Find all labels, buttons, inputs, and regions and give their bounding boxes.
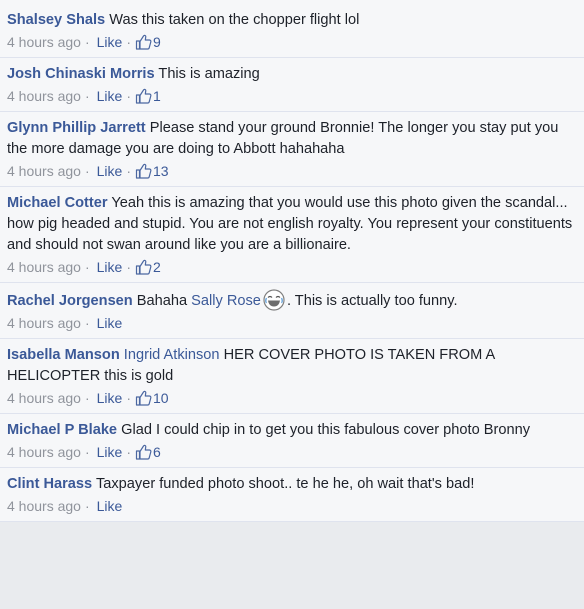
comment-body: Michael P Blake Glad I could chip in to … xyxy=(7,420,578,441)
mention-link[interactable]: Ingrid Atkinson xyxy=(124,347,220,363)
separator-dot: · xyxy=(84,498,90,514)
separator-dot: · xyxy=(84,259,90,275)
comment-item: Shalsey Shals Was this taken on the chop… xyxy=(0,0,584,58)
separator-dot: · xyxy=(84,88,90,104)
comment-timestamp[interactable]: 4 hours ago xyxy=(7,257,81,277)
like-count[interactable]: 9 xyxy=(153,32,161,52)
comment-meta: 4 hours ago · Like · 2 xyxy=(7,257,578,277)
comment-meta: 4 hours ago · Like · 1 xyxy=(7,86,578,106)
comment-text-trailing: . This is actually too funny. xyxy=(286,293,458,309)
comment-timestamp[interactable]: 4 hours ago xyxy=(7,86,81,106)
comment-item: Glynn Phillip Jarrett Please stand your … xyxy=(0,112,584,187)
thumbs-up-icon xyxy=(135,163,152,179)
comment-text: Was this taken on the chopper flight lol xyxy=(109,12,360,28)
comment-body: Isabella Manson Ingrid Atkinson HER COVE… xyxy=(7,345,578,387)
comment-item: Clint Harass Taxpayer funded photo shoot… xyxy=(0,468,584,522)
comment-text: This is amazing xyxy=(158,66,260,82)
comment-body: Shalsey Shals Was this taken on the chop… xyxy=(7,10,578,31)
like-count[interactable]: 2 xyxy=(153,257,161,277)
like-count[interactable]: 13 xyxy=(153,161,169,181)
comment-item: Josh Chinaski Morris This is amazing 4 h… xyxy=(0,58,584,112)
comment-meta: 4 hours ago · Like · 13 xyxy=(7,161,578,181)
comment-item: Isabella Manson Ingrid Atkinson HER COVE… xyxy=(0,339,584,414)
comment-author-link[interactable]: Shalsey Shals xyxy=(7,12,105,28)
separator-dot: · xyxy=(84,315,90,331)
comment-feed: Shalsey Shals Was this taken on the chop… xyxy=(0,0,584,609)
like-count[interactable]: 10 xyxy=(153,388,169,408)
comment-meta: 4 hours ago · Like · 9 xyxy=(7,32,578,52)
comment-meta: 4 hours ago · Like xyxy=(7,496,578,516)
comment-author-link[interactable]: Michael Cotter xyxy=(7,195,108,211)
like-button[interactable]: Like xyxy=(97,496,123,516)
comment-meta: 4 hours ago · Like xyxy=(7,313,578,333)
comment-timestamp[interactable]: 4 hours ago xyxy=(7,161,81,181)
separator-dot: · xyxy=(126,163,131,179)
comment-timestamp[interactable]: 4 hours ago xyxy=(7,388,81,408)
comment-author-link[interactable]: Michael P Blake xyxy=(7,422,117,438)
thumbs-up-icon xyxy=(135,34,152,50)
comment-item: Michael Cotter Yeah this is amazing that… xyxy=(0,187,584,283)
separator-dot: · xyxy=(84,444,90,460)
thumbs-up-icon xyxy=(135,444,152,460)
comment-text: Taxpayer funded photo shoot.. te he he, … xyxy=(95,476,475,492)
separator-dot: · xyxy=(126,444,131,460)
thumbs-up-icon xyxy=(135,88,152,104)
like-button[interactable]: Like xyxy=(97,86,123,106)
like-count[interactable]: 6 xyxy=(153,442,161,462)
comment-text: Glad I could chip in to get you this fab… xyxy=(121,422,530,438)
comment-body: Glynn Phillip Jarrett Please stand your … xyxy=(7,118,578,160)
laughing-emoji-icon xyxy=(263,289,285,311)
separator-dot: · xyxy=(84,163,90,179)
thumbs-up-icon xyxy=(135,390,152,406)
separator-dot: · xyxy=(126,88,131,104)
comment-meta: 4 hours ago · Like · 10 xyxy=(7,388,578,408)
comment-timestamp[interactable]: 4 hours ago xyxy=(7,313,81,333)
comment-author-link[interactable]: Isabella Manson xyxy=(7,347,120,363)
like-button[interactable]: Like xyxy=(97,388,123,408)
like-button[interactable]: Like xyxy=(97,32,123,52)
separator-dot: · xyxy=(126,259,131,275)
separator-dot: · xyxy=(126,34,131,50)
like-button[interactable]: Like xyxy=(97,313,123,333)
like-button[interactable]: Like xyxy=(97,442,123,462)
comment-author-link[interactable]: Josh Chinaski Morris xyxy=(7,66,155,82)
separator-dot: · xyxy=(84,390,90,406)
thumbs-up-icon xyxy=(135,259,152,275)
comment-author-link[interactable]: Glynn Phillip Jarrett xyxy=(7,120,146,136)
like-button[interactable]: Like xyxy=(97,161,123,181)
mention-link[interactable]: Sally Rose xyxy=(191,293,261,309)
comment-text: Bahaha xyxy=(136,293,188,309)
comment-body: Josh Chinaski Morris This is amazing xyxy=(7,64,578,85)
comment-timestamp[interactable]: 4 hours ago xyxy=(7,32,81,52)
separator-dot: · xyxy=(126,390,131,406)
comment-meta: 4 hours ago · Like · 6 xyxy=(7,442,578,462)
comment-body: Michael Cotter Yeah this is amazing that… xyxy=(7,193,578,256)
comment-item: Rachel Jorgensen Bahaha Sally Rose . This… xyxy=(0,283,584,339)
like-count[interactable]: 1 xyxy=(153,86,161,106)
comment-author-link[interactable]: Clint Harass xyxy=(7,476,92,492)
separator-dot: · xyxy=(84,34,90,50)
comment-timestamp[interactable]: 4 hours ago xyxy=(7,496,81,516)
comment-item: Michael P Blake Glad I could chip in to … xyxy=(0,414,584,468)
comment-timestamp[interactable]: 4 hours ago xyxy=(7,442,81,462)
comment-body: Rachel Jorgensen Bahaha Sally Rose . This… xyxy=(7,289,578,312)
like-button[interactable]: Like xyxy=(97,257,123,277)
comment-body: Clint Harass Taxpayer funded photo shoot… xyxy=(7,474,578,495)
comment-author-link[interactable]: Rachel Jorgensen xyxy=(7,293,133,309)
